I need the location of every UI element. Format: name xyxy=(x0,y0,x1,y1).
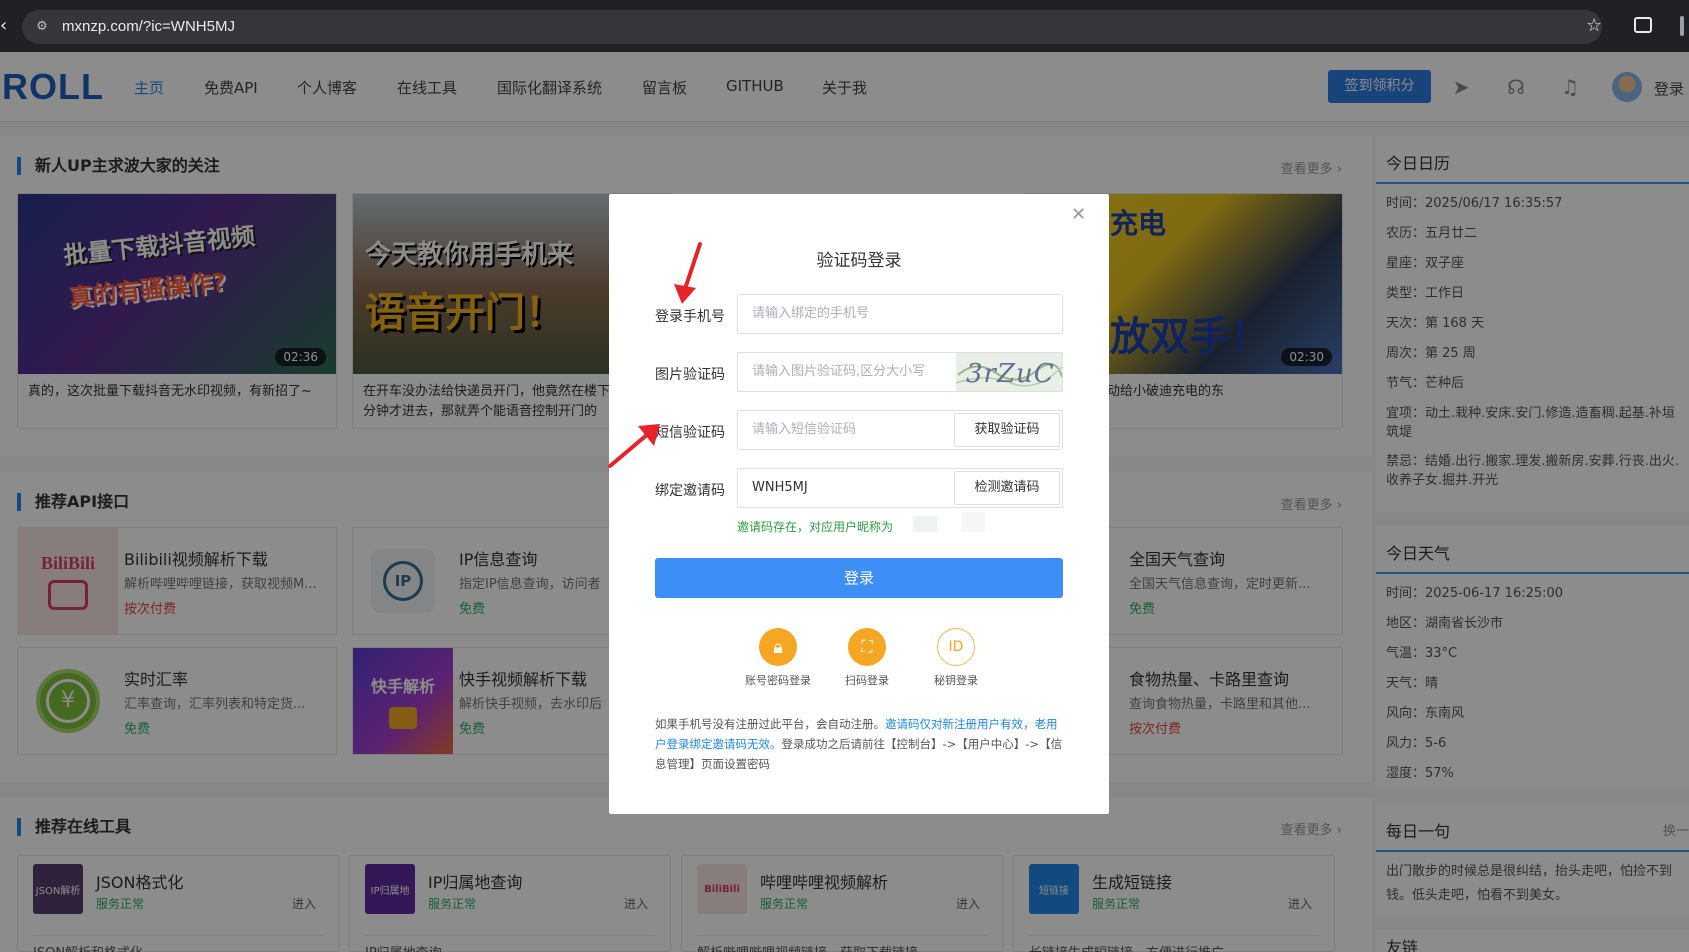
captcha-image[interactable]: 3rZuC xyxy=(956,353,1062,391)
phone-input[interactable]: 请输入绑定的手机号 xyxy=(737,294,1063,334)
close-icon[interactable]: ✕ xyxy=(1071,206,1086,224)
captcha-placeholder: 请输入图片验证码,区分大小写 xyxy=(752,364,926,379)
invite-input[interactable]: WNH5MJ 检测邀请码 xyxy=(737,468,1063,508)
url-text[interactable]: mxnzp.com/?ic=WNH5MJ xyxy=(62,10,235,44)
sms-placeholder: 请输入短信验证码 xyxy=(752,422,857,437)
annotation-arrow-icon xyxy=(608,424,660,468)
annotation-arrow-icon xyxy=(674,242,702,304)
browser-menu-icon[interactable] xyxy=(1680,16,1684,36)
sms-input[interactable]: 请输入短信验证码 获取验证码 xyxy=(737,410,1063,450)
nickname-placeholder-box xyxy=(961,512,985,532)
note-prefix: 如果手机号没有注册过此平台，会自动注册。 xyxy=(655,717,885,731)
tab-search-icon[interactable] xyxy=(1634,17,1652,33)
captcha-input[interactable]: 请输入图片验证码,区分大小写 3rZuC xyxy=(737,352,1063,392)
scan-icon: ⛶ xyxy=(848,628,886,666)
password-login-option[interactable]: 🔒︎ 账号密码登录 xyxy=(738,628,818,688)
sms-label: 短信验证码 xyxy=(655,425,725,441)
invite-value: WNH5MJ xyxy=(752,480,808,495)
check-invite-button[interactable]: 检测邀请码 xyxy=(954,471,1060,505)
login-note: 如果手机号没有注册过此平台，会自动注册。邀请码仅对新注册用户有效，老用户登录绑定… xyxy=(655,714,1065,774)
alt-login-label: 扫码登录 xyxy=(845,674,889,687)
id-icon: ID xyxy=(937,628,975,666)
alt-login-label: 账号密码登录 xyxy=(745,674,811,687)
bookmark-star-icon[interactable]: ☆ xyxy=(1586,15,1602,37)
back-icon[interactable]: ‹ xyxy=(0,15,10,37)
invite-label: 绑定邀请码 xyxy=(655,483,725,499)
phone-placeholder: 请输入绑定的手机号 xyxy=(752,306,870,321)
address-bar[interactable]: ⚙ mxnzp.com/?ic=WNH5MJ xyxy=(22,10,1602,44)
invite-hint: 邀请码存在，对应用户昵称为 xyxy=(737,520,894,534)
nickname-placeholder-box xyxy=(913,516,937,532)
browser-toolbar: ‹ ⚙ mxnzp.com/?ic=WNH5MJ ☆ xyxy=(0,0,1689,52)
site-info-icon[interactable]: ⚙ xyxy=(34,19,50,35)
alt-login-label: 秘钥登录 xyxy=(934,674,978,687)
lock-icon: 🔒︎ xyxy=(759,628,797,666)
captcha-label: 图片验证码 xyxy=(655,367,725,383)
captcha-text: 3rZuC xyxy=(966,359,1055,389)
scan-login-option[interactable]: ⛶ 扫码登录 xyxy=(827,628,907,688)
get-sms-code-button[interactable]: 获取验证码 xyxy=(954,413,1060,447)
login-submit-button[interactable]: 登录 xyxy=(655,558,1063,598)
key-login-option[interactable]: ID 秘钥登录 xyxy=(916,628,996,688)
